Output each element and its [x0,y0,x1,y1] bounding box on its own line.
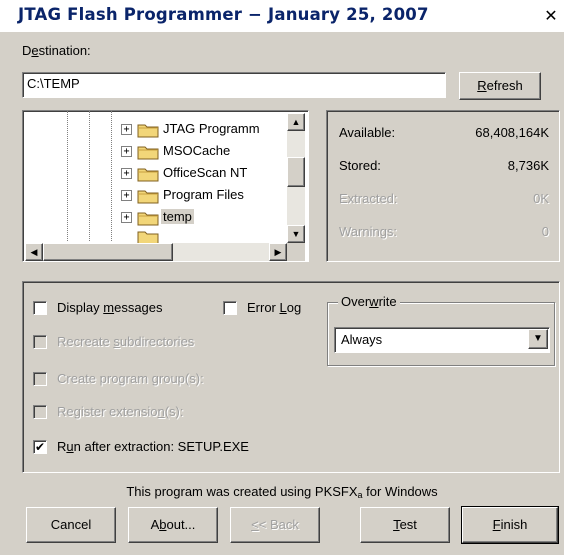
tree-item-label: JTAG Programm [163,121,260,136]
expand-icon[interactable]: + [121,212,132,223]
extracted-value: 0K [533,191,549,206]
title-bar[interactable]: JTAG Flash Programmer − January 25, 2007… [0,0,564,32]
tree-vertical-scrollbar[interactable]: ▲ ▼ [287,113,305,243]
stored-label: Stored: [339,158,381,173]
scroll-down-icon[interactable]: ▼ [287,225,305,243]
overwrite-selected-value: Always [341,332,383,347]
display-messages-label: Display messages [57,300,163,315]
expand-icon[interactable]: + [121,124,132,135]
test-button[interactable]: Test [360,507,450,543]
checkbox-box[interactable] [33,372,47,386]
folder-icon [137,231,159,243]
folder-tree[interactable]: + JTAG Programm + MSOCache + OfficeScan … [22,110,309,262]
warnings-label: Warnings: [339,224,398,239]
checkbox-box[interactable] [33,301,47,315]
refresh-button[interactable]: Refresh [459,72,541,100]
folder-icon [137,146,159,160]
pksfx-dialog-window: JTAG Flash Programmer − January 25, 2007… [0,0,564,555]
tree-horizontal-scrollbar[interactable]: ◀ ▶ [25,243,287,261]
run-after-extraction-label: Run after extraction: SETUP.EXE [57,439,249,454]
check-icon[interactable]: ✔ [33,440,47,454]
folder-open-icon [137,212,159,226]
available-label: Available: [339,125,396,140]
tree-item-selected[interactable]: + temp [23,207,285,229]
close-button[interactable]: ✕ [541,6,561,26]
overwrite-select[interactable]: Always ▼ [334,327,550,353]
folder-icon [137,124,159,138]
vertical-scroll-thumb[interactable] [287,157,305,187]
back-button[interactable]: << Back [230,507,320,543]
about-button[interactable]: About... [128,507,218,543]
tree-item-label: OfficeScan NT [163,165,248,180]
warnings-value: 0 [541,224,549,239]
tree-item-label: MSOCache [163,143,231,158]
tree-item-label: Program Files [163,187,244,202]
create-program-group-label: Create program group(s): [57,371,204,386]
scroll-up-icon[interactable]: ▲ [287,113,305,131]
cancel-button[interactable]: Cancel [26,507,116,543]
window-title: JTAG Flash Programmer − January 25, 2007 [18,5,429,24]
pksfx-credit-text: This program was created using PKSFXa fo… [126,484,438,500]
overwrite-legend: Overwrite [338,294,400,309]
tree-item[interactable]: + MSOCache [23,141,285,163]
recreate-subdirectories-label: Recreate subdirectories [57,334,195,349]
finish-button[interactable]: Finish [461,506,559,544]
expand-icon[interactable]: + [121,190,132,201]
tree-item-label: temp [161,209,194,224]
tree-item[interactable]: + OfficeScan NT [23,163,285,185]
scrollbar-corner [287,243,305,261]
stored-value: 8,736K [507,158,549,173]
scroll-right-icon[interactable]: ▶ [269,243,287,261]
available-value: 68,408,164K [475,125,549,140]
destination-label: Destination: [22,43,91,58]
register-extensions-label: Register extension(s): [57,404,184,419]
scroll-left-icon[interactable]: ◀ [25,243,43,261]
tree-item[interactable]: + Program Files [23,185,285,207]
chevron-down-icon[interactable]: ▼ [528,329,548,349]
checkbox-box[interactable] [33,335,47,349]
tree-item[interactable]: + JTAG Programm [23,119,285,141]
horizontal-scroll-thumb[interactable] [43,243,173,261]
folder-icon [137,190,159,204]
destination-input[interactable]: C:\TEMP [22,72,446,98]
overwrite-group: Overwrite Always ▼ [327,294,555,366]
error-log-label: Error Log [247,300,302,315]
extraction-stats-panel: Available: 68,408,164K Stored: 8,736K Ex… [326,110,560,262]
checkbox-box[interactable] [33,405,47,419]
extracted-label: Extracted: [339,191,398,206]
options-group: Display messages Error Log Recreate subd… [22,281,560,473]
expand-icon[interactable]: + [121,168,132,179]
expand-icon[interactable]: + [121,146,132,157]
folder-icon [137,168,159,182]
checkbox-box[interactable] [223,301,237,315]
